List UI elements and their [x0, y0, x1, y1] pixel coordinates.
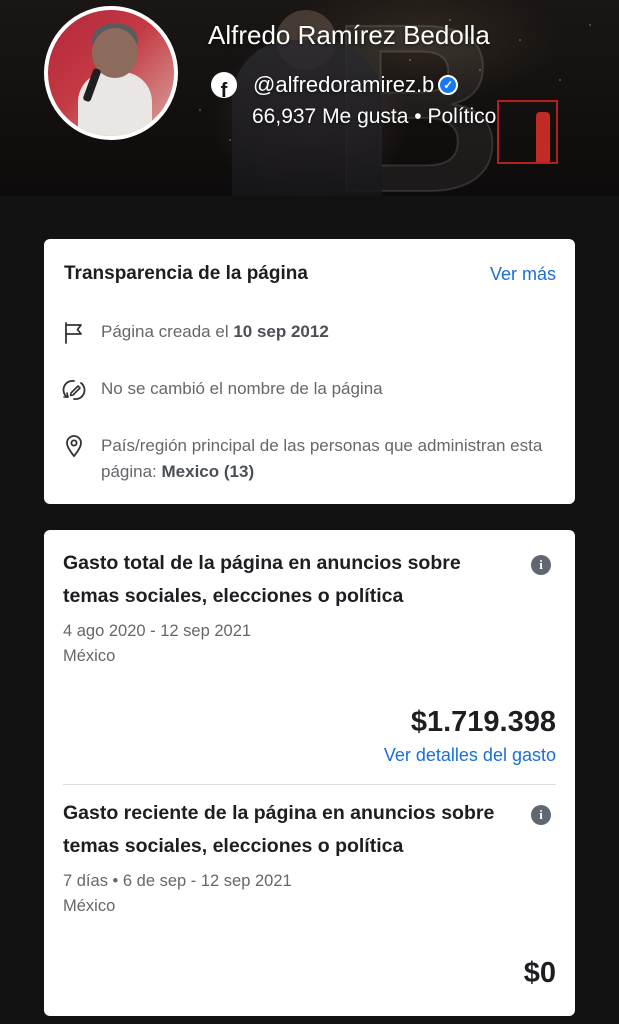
spend-details-link[interactable]: Ver detalles del gasto [384, 745, 556, 766]
admin-location-row: País/región principal de las personas qu… [101, 433, 561, 485]
page-handle[interactable]: @alfredoramirez.b [253, 72, 434, 98]
rename-icon [62, 380, 86, 400]
see-more-link[interactable]: Ver más [490, 264, 556, 285]
transparency-title: Transparencia de la página [64, 263, 308, 284]
page-stats: 66,937 Me gusta • Político [252, 105, 497, 128]
recent-spend-title: Gasto reciente de la página en anuncios … [63, 802, 495, 857]
recent-spend-country: México [63, 897, 116, 915]
cover-red-figure [536, 112, 550, 162]
recent-spend-date-range: 7 días • 6 de sep - 12 sep 2021 [63, 872, 292, 890]
profile-avatar[interactable] [44, 6, 178, 140]
ad-spend-card: Gasto total de la página en anuncios sob… [44, 530, 575, 1016]
total-spend-title: Gasto total de la página en anuncios sob… [63, 552, 461, 607]
info-icon[interactable]: i [531, 805, 551, 825]
verified-badge-icon: ✓ [438, 75, 459, 95]
name-change-row: No se cambió el nombre de la página [101, 379, 383, 398]
created-label: Página creada el [101, 322, 229, 341]
info-icon-glyph: i [539, 807, 543, 822]
verified-check: ✓ [443, 78, 454, 92]
page-name[interactable]: Alfredo Ramírez Bedolla [208, 20, 490, 51]
flag-icon [65, 322, 82, 344]
transparency-card: Transparencia de la página Ver más Págin… [44, 239, 575, 504]
divider [63, 784, 556, 785]
total-spend-country: México [63, 647, 116, 665]
handle-row: f @alfredoramirez.b ✓ [211, 72, 459, 98]
location-pin-icon [66, 435, 82, 458]
admin-location-value: Mexico (13) [161, 462, 255, 481]
total-spend-amount: $1.719.398 [410, 706, 556, 738]
recent-spend-amount: $0 [523, 957, 556, 989]
created-date: 10 sep 2012 [233, 322, 329, 341]
info-icon-glyph: i [539, 557, 543, 572]
facebook-icon-letter: f [220, 80, 228, 98]
total-spend-date-range: 4 ago 2020 - 12 sep 2021 [63, 622, 252, 640]
facebook-icon: f [211, 72, 237, 98]
info-icon[interactable]: i [531, 555, 551, 575]
page-created-row: Página creada el 10 sep 2012 [101, 319, 561, 345]
